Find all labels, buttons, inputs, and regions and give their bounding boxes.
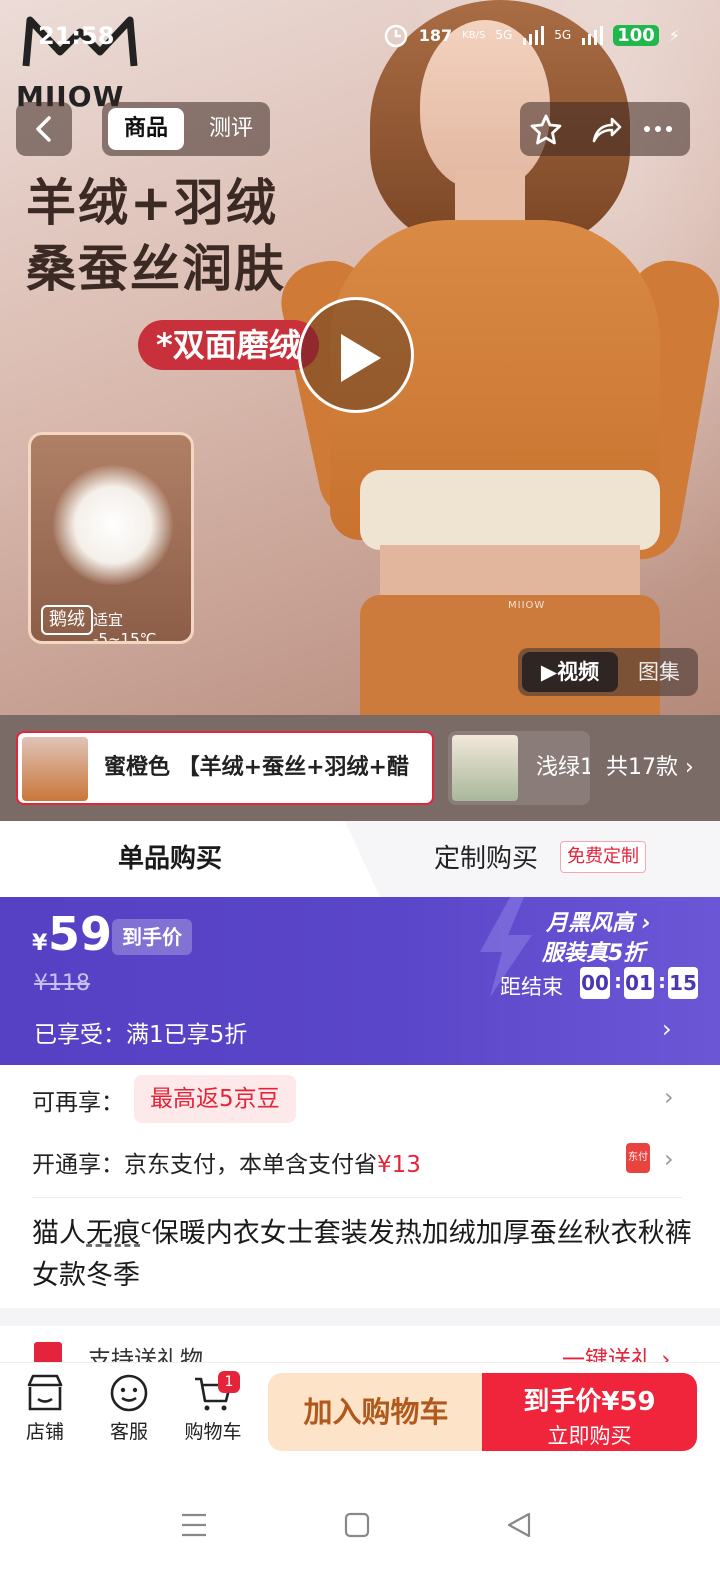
tab-reviews[interactable]: 测评 <box>196 108 266 150</box>
variant-count-link[interactable]: 共17款 › <box>606 731 694 805</box>
hero-headline-2: 桑蚕丝润肤 <box>26 240 286 298</box>
add-to-cart-button[interactable]: 加入购物车 <box>268 1373 484 1451</box>
chevron-right-icon[interactable]: › <box>662 1015 672 1043</box>
battery-level: 100 <box>613 24 659 46</box>
tab-single-purchase[interactable]: 单品购买 <box>118 821 222 897</box>
pants-logo: MIIOW <box>508 600 546 611</box>
original-price: ¥118 <box>34 971 90 996</box>
cart-button[interactable]: 购物车 1 <box>178 1371 248 1444</box>
chevron-left-icon <box>36 116 51 142</box>
tab-gallery[interactable]: 图集 <box>624 652 694 692</box>
status-time: 21:58 <box>38 22 115 50</box>
media-tabs: ▶视频 图集 <box>518 648 698 696</box>
title-highlight[interactable]: 无痕 <box>86 1218 140 1249</box>
variant-selector: 蜜橙色 【羊绒+蚕丝+羽绒+醋 浅绿1 共17款 › <box>0 715 720 821</box>
hero-feature-tag: *双面磨绒 <box>138 320 319 370</box>
countdown-seconds: 15 <box>668 967 698 999</box>
status-icons: 187 KB/S 5G 5G 100 ⚡ <box>383 22 680 48</box>
final-price: 59 <box>48 907 113 961</box>
promo-title[interactable]: 月黑风高 › <box>546 905 651 937</box>
product-hero-image[interactable]: MIIOW MIIOW 羊绒+羽绒 桑蚕丝润肤 *双面磨绒 鹅绒 适宜 -5~1… <box>0 0 720 715</box>
more-icon[interactable] <box>642 113 674 145</box>
chevron-right-icon[interactable]: › <box>664 1083 674 1111</box>
back-nav-icon[interactable] <box>506 1512 532 1538</box>
model-fleece-lining <box>360 470 660 550</box>
gift-row[interactable]: 支持送礼物 一键送礼 › <box>0 1326 720 1366</box>
system-nav-bar <box>0 1462 720 1584</box>
price-currency: ¥ <box>32 931 48 956</box>
countdown-minutes: 01 <box>624 967 654 999</box>
customer-service-label: 客服 <box>109 1421 148 1443</box>
shop-label: 店铺 <box>25 1421 64 1443</box>
play-video-button[interactable] <box>298 297 414 413</box>
countdown-hours: 00 <box>580 967 610 999</box>
promo-subtitle: 服装真5折 <box>542 941 646 966</box>
down-feather-image <box>53 465 173 585</box>
countdown-separator: : <box>614 969 622 993</box>
customer-service-icon <box>110 1374 148 1412</box>
bottom-action-bar: 店铺 客服 购物车 1 加入购物车 到手价¥59 立即购买 <box>0 1362 720 1462</box>
down-feature-card: 鹅绒 适宜 -5~15℃ <box>28 432 194 644</box>
buy-mode-tabs: 单品购买 定制购买 免费定制 <box>0 821 720 897</box>
title-part: 猫人 <box>32 1218 86 1249</box>
price-banner[interactable]: ¥ 59 到手价 ¥118 已享受：满1已享5折 月黑风高 › 服装真5折 距结… <box>0 897 720 1065</box>
star-favorite-icon[interactable] <box>530 113 562 145</box>
share-icon[interactable] <box>590 113 622 145</box>
signal-icon-2 <box>582 26 604 45</box>
alarm-icon <box>384 24 408 48</box>
home-icon[interactable] <box>344 1512 370 1538</box>
final-price-tag: 到手价 <box>112 919 192 955</box>
payment-saving-amount: ¥13 <box>377 1152 421 1178</box>
discount-applied: 已享受：满1已享5折 <box>34 1022 248 1048</box>
customer-service-button[interactable]: 客服 <box>94 1373 164 1444</box>
jd-pay-icon: 东付 <box>626 1143 650 1173</box>
extra-benefit-label: 可再享： <box>32 1090 124 1116</box>
payment-benefit-row[interactable]: 开通享：京东支付，本单含支付省¥13 <box>32 1145 421 1179</box>
charging-icon: ⚡ <box>668 25 680 45</box>
variant-thumbnail <box>452 735 518 801</box>
variant-item-selected[interactable]: 蜜橙色 【羊绒+蚕丝+羽绒+醋 <box>16 731 434 805</box>
menu-icon[interactable] <box>180 1512 208 1538</box>
network-speed: 187 <box>418 25 453 45</box>
product-title: 猫人无痕ᑦ保暖内衣女士套装发热加绒加厚蚕丝秋衣秋裤女款冬季 <box>32 1213 692 1297</box>
down-badge: 鹅绒 <box>41 605 93 635</box>
cart-count-badge: 1 <box>218 1371 240 1393</box>
variant-item[interactable]: 浅绿1 <box>448 731 590 805</box>
product-info: 可再享： 最高返5京豆 › 开通享：京东支付，本单含支付省¥13 东付 › 猫人… <box>0 1065 720 1308</box>
network-type-2: 5G <box>554 28 572 42</box>
shop-icon <box>27 1374 63 1411</box>
back-button[interactable] <box>16 102 72 156</box>
buy-now-price: 到手价¥59 <box>523 1387 656 1417</box>
buy-now-label: 立即购买 <box>547 1424 632 1448</box>
down-temperature-note: 适宜 -5~15℃ <box>93 611 157 644</box>
payment-benefit-text: 开通享：京东支付，本单含支付省 <box>32 1152 377 1178</box>
chevron-right-icon[interactable]: › <box>664 1145 674 1173</box>
play-icon <box>341 334 381 382</box>
divider <box>32 1197 682 1198</box>
signal-icon <box>523 26 545 45</box>
tab-custom-purchase[interactable]: 定制购买 <box>434 821 538 897</box>
tab-product[interactable]: 商品 <box>108 108 184 150</box>
buy-now-button[interactable]: 到手价¥59 立即购买 <box>482 1373 697 1451</box>
tab-video[interactable]: ▶视频 <box>522 652 618 692</box>
jingdou-rebate-chip[interactable]: 最高返5京豆 <box>134 1075 296 1123</box>
countdown-label: 距结束 <box>500 975 563 999</box>
countdown-separator: : <box>658 969 666 993</box>
network-type-1: 5G <box>495 28 513 42</box>
cart-label: 购物车 <box>184 1421 242 1443</box>
hero-headline-1: 羊绒+羽绒 <box>26 174 278 232</box>
variant-label: 浅绿1 <box>536 755 590 780</box>
variant-thumbnail <box>22 737 88 801</box>
network-speed-unit: KB/S <box>462 29 486 41</box>
free-custom-badge: 免费定制 <box>560 841 646 873</box>
shop-button[interactable]: 店铺 <box>10 1373 80 1444</box>
variant-label: 蜜橙色 【羊绒+蚕丝+羽绒+醋 <box>104 755 409 780</box>
page-tabs: 商品 测评 <box>102 102 270 156</box>
top-actions <box>520 102 690 156</box>
